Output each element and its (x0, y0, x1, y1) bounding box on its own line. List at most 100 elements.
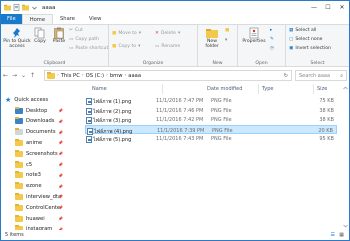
recent-locations-button[interactable]: ⌄ (19, 68, 28, 83)
copy-to-icon: ■ (112, 44, 117, 49)
sidebar-item[interactable]: note3 📌 (15, 170, 65, 181)
minimize-button[interactable]: — (307, 1, 321, 14)
paste-shortcut-button[interactable]: ▭ Paste shortcut (69, 46, 108, 51)
new-folder-button[interactable]: New folder (200, 27, 224, 49)
sidebar-item[interactable]: interview_dta 📌 (15, 191, 65, 202)
sidebar-item-label: Documents (26, 129, 56, 136)
folder-icon (15, 203, 23, 211)
paste-button[interactable]: Paste (51, 27, 67, 44)
table-row[interactable]: ไฟล์ภาพ (1).png 11/1/2016 7:47 PM PNG File… (85, 96, 337, 105)
breadcrumb-os-c[interactable]: OS (C:) (86, 73, 104, 79)
copy-path-button[interactable]: ▭ Copy path (69, 37, 99, 42)
sidebar-item[interactable]: Desktop 📌 (15, 105, 65, 116)
address-bar[interactable]: › This PC › OS (C:) › bmw › aaaa ↻ (44, 70, 292, 81)
large-icons-view-icon[interactable]: ▦ (339, 232, 344, 238)
close-button[interactable]: ✕ (335, 1, 349, 14)
folder-icon (15, 138, 23, 146)
select-none-button[interactable]: ▢ Select none (289, 37, 322, 42)
move-to-button[interactable]: ■ Move to ▾ (112, 31, 141, 36)
breadcrumb-bmw[interactable]: bmw (110, 73, 123, 79)
column-header-date[interactable]: Date modified (204, 84, 259, 94)
pin-icon: 📌 (58, 140, 63, 146)
folder-icon (15, 192, 23, 200)
column-header-type[interactable]: Type (259, 84, 314, 94)
organize-group: ■ Move to ▾ ■ Copy to ▾ ✕ Delete ▾ ▭ Ren… (109, 25, 198, 67)
rename-button[interactable]: ▭ Rename (155, 44, 180, 49)
select-all-button[interactable]: ▦ Select all (289, 28, 316, 33)
rename-label: Rename (161, 44, 181, 49)
table-row[interactable]: ไฟล์ภาพ (5).png 11/1/2016 7:43 PM PNG File… (85, 134, 337, 144)
invert-selection-icon: ▣ (289, 46, 294, 51)
sidebar-item-label: Downloads (26, 118, 55, 125)
window-title: aaaa (42, 4, 56, 11)
table-row[interactable]: ไฟล์ภาพ (4).png 11/1/2016 7:39 PM PNG File… (85, 124, 337, 135)
pin-icon (13, 28, 20, 38)
easy-access-icon: ▾ (225, 38, 228, 43)
refresh-icon[interactable]: ↻ (284, 73, 288, 79)
tab-view[interactable]: View (82, 14, 108, 24)
address-row: ← → ⌄ ↑ › This PC › OS (C:) › bmw › aaaa… (1, 68, 349, 83)
folder-icon (15, 214, 23, 222)
sidebar-item[interactable]: c5 📌 (15, 159, 65, 170)
new-folder-icon[interactable] (22, 4, 29, 11)
cut-button[interactable]: ✂ Cut (69, 28, 83, 33)
open-button[interactable]: ▸ (270, 28, 272, 33)
edit-button[interactable]: ✎ (270, 37, 274, 42)
up-button[interactable]: ↑ (28, 68, 37, 83)
pin-to-quick-access-button[interactable]: Pin to Quick access (3, 27, 31, 49)
sidebar-item-label: ezone (26, 183, 42, 190)
file-size: 20 KB (318, 127, 333, 134)
select-all-label: Select all (295, 28, 317, 33)
tab-file[interactable]: File (1, 14, 22, 24)
easy-access-button[interactable]: ▾ (225, 38, 227, 43)
chevron-down-icon[interactable] (31, 4, 38, 11)
forward-button[interactable]: → (10, 68, 19, 83)
file-size: 75 KB (319, 98, 334, 104)
pin-icon: 📌 (58, 205, 63, 211)
vertical-scrollbar[interactable] (342, 84, 349, 230)
quick-access-item[interactable]: ★ Quick access (5, 94, 65, 105)
folder-icon (15, 160, 23, 168)
copy-to-button[interactable]: ■ Copy to ▾ (112, 44, 140, 49)
properties-icon[interactable] (13, 4, 20, 11)
desktop-icon (15, 106, 23, 114)
properties-button[interactable]: Properties (240, 27, 268, 44)
maximize-button[interactable]: ☐ (321, 1, 335, 14)
tab-home[interactable]: Home (21, 14, 54, 24)
quick-access-label: Quick access (14, 96, 49, 103)
new-item-button[interactable]: ■ (225, 28, 229, 33)
delete-label: Delete (160, 31, 176, 36)
sidebar-item[interactable]: Downloads 📌 (15, 116, 65, 127)
table-row[interactable]: ไฟล์ภาพ (2).png 11/1/2016 7:46 PM PNG File… (85, 106, 337, 115)
column-header-name[interactable]: Name (89, 84, 163, 94)
file-type: PNG File (211, 107, 232, 114)
breadcrumb-aaaa[interactable]: aaaa (128, 73, 141, 79)
details-view-icon[interactable]: ☰ (331, 232, 335, 238)
copy-button[interactable]: Copy (33, 27, 47, 44)
chevron-down-icon: ▾ (138, 44, 141, 49)
breadcrumb-this-pc[interactable]: This PC (61, 73, 80, 79)
tab-share[interactable]: Share (53, 14, 82, 24)
sidebar-item[interactable]: Screenshots 📌 (15, 148, 65, 159)
search-input[interactable]: Search aaaa ⌕ (295, 70, 347, 81)
properties-icon (249, 27, 259, 39)
sidebar-item[interactable]: anime 📌 (15, 137, 65, 148)
table-row[interactable]: ไฟล์ภาพ (3).png 11/1/2016 7:42 PM PNG File… (85, 115, 337, 125)
status-bar: 5 items ☰ ▦ (1, 230, 349, 240)
history-button[interactable]: ◷ (270, 46, 274, 51)
select-all-icon: ▦ (289, 28, 294, 33)
sidebar-item[interactable]: ezone 📌 (15, 181, 65, 192)
png-file-icon (86, 107, 92, 115)
search-icon: ⌕ (340, 72, 343, 79)
sidebar-item[interactable]: ControlCente 📌 (15, 202, 65, 213)
sidebar-item[interactable]: Documents 📌 (15, 127, 65, 138)
back-button[interactable]: ← (1, 68, 10, 83)
delete-button[interactable]: ✕ Delete ▾ (155, 31, 180, 36)
sidebar-item[interactable]: huawei 📌 (15, 213, 65, 224)
properties-label: Properties (242, 39, 266, 44)
png-file-icon (86, 136, 92, 144)
column-header-size[interactable]: Size (314, 84, 337, 94)
invert-selection-label: Invert selection (295, 46, 331, 51)
edit-icon: ✎ (270, 37, 274, 42)
invert-selection-button[interactable]: ▣ Invert selection (289, 46, 331, 51)
